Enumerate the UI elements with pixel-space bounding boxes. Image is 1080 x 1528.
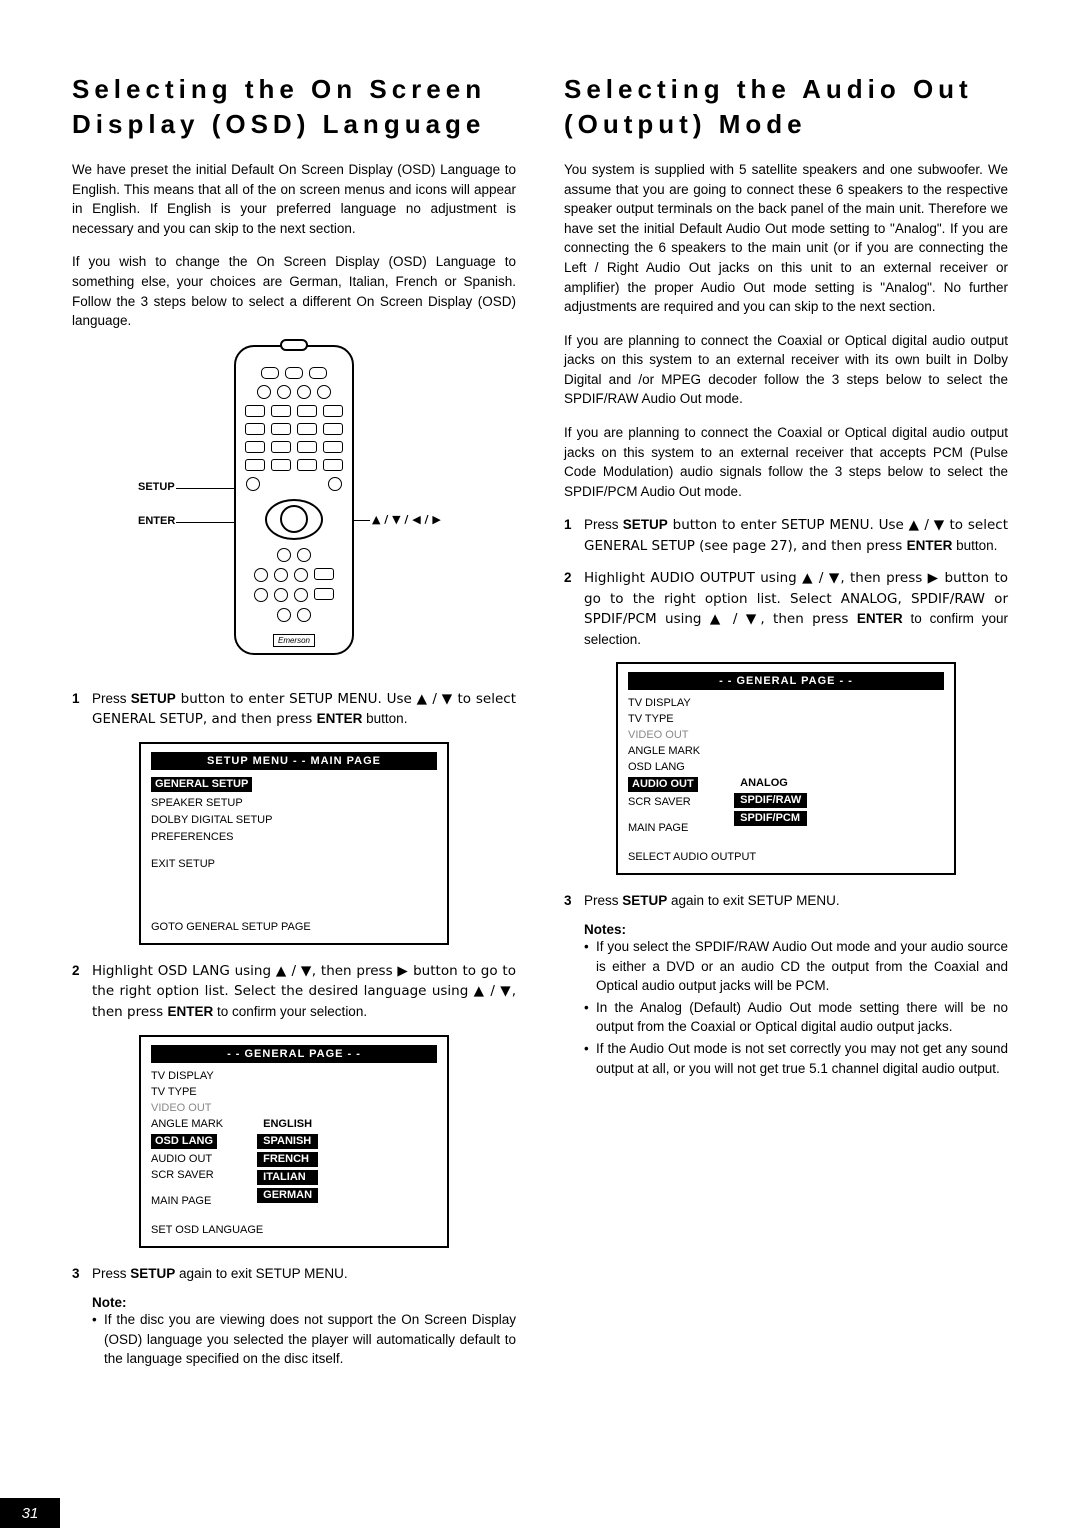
page-number: 31 [0, 1498, 60, 1528]
left-column: Selecting the On Screen Display (OSD) La… [72, 72, 516, 1371]
left-steps-3: 3 Press SETUP again to exit SETUP MENU. [72, 1264, 516, 1284]
dpad-icon [265, 499, 323, 540]
menu-item: SPEAKER SETUP [151, 796, 437, 810]
note-item: In the Analog (Default) Audio Out mode s… [584, 998, 1008, 1037]
text: again to exit SETUP MENU. [175, 1266, 347, 1281]
kw-setup: SETUP [131, 691, 176, 706]
left-heading: Selecting the On Screen Display (OSD) La… [72, 72, 516, 142]
kw-enter: ENTER [317, 711, 363, 726]
text: Press [92, 691, 131, 706]
kw-enter: ENTER [857, 611, 903, 626]
menu-item: ANGLE MARK [151, 1117, 223, 1131]
osd-general-page-lang: - - GENERAL PAGE - - TV DISPLAY TV TYPE … [139, 1035, 449, 1248]
right-column: Selecting the Audio Out (Output) Mode Yo… [564, 72, 1008, 1371]
kw-setup: SETUP [622, 893, 667, 908]
remote-brand: Emerson [273, 634, 315, 647]
menu-item: VIDEO OUT [628, 728, 700, 742]
notes-label: Notes: [564, 922, 1008, 937]
left-p2: If you wish to change the On Screen Disp… [72, 252, 516, 330]
right-step-1: 1 Press SETUP button to enter SETUP MENU… [564, 515, 1008, 556]
right-p2: If you are planning to connect the Coaxi… [564, 331, 1008, 409]
menu-item: PREFERENCES [151, 830, 437, 844]
menu-item: MAIN PAGE [628, 821, 700, 835]
osd-general-page-audio: - - GENERAL PAGE - - TV DISPLAY TV TYPE … [616, 662, 956, 875]
osd-footer: GOTO GENERAL SETUP PAGE [151, 915, 437, 935]
left-step-3: 3 Press SETUP again to exit SETUP MENU. [72, 1264, 516, 1284]
right-p1: You system is supplied with 5 satellite … [564, 160, 1008, 317]
kw-setup: SETUP [130, 1266, 175, 1281]
left-step-2: 2 Highlight OSD LANG using ▲ / ▼, then p… [72, 961, 516, 1023]
option: ITALIAN [257, 1170, 318, 1185]
kw-enter: ENTER [168, 1004, 214, 1019]
option: SPDIF/RAW [734, 793, 807, 808]
osd-setup-menu: SETUP MENU - - MAIN PAGE GENERAL SETUP S… [139, 742, 449, 945]
remote-illustration: SETUP ENTER ▲ / ▼ / ◀ / ▶ [72, 345, 516, 675]
text: Press [584, 893, 622, 908]
text: Press [584, 517, 623, 532]
menu-item: TV DISPLAY [151, 1069, 223, 1083]
option: SPDIF/PCM [734, 811, 807, 826]
left-steps: 1 Press SETUP button to enter SETUP MENU… [72, 689, 516, 730]
menu-item: SCR SAVER [628, 795, 700, 809]
menu-item: GENERAL SETUP [151, 777, 252, 792]
right-notes: If you select the SPDIF/RAW Audio Out mo… [564, 937, 1008, 1078]
ir-window-icon [280, 339, 308, 351]
left-p1: We have preset the initial Default On Sc… [72, 160, 516, 238]
note-item: If you select the SPDIF/RAW Audio Out mo… [584, 937, 1008, 996]
menu-item: SCR SAVER [151, 1168, 223, 1182]
kw-enter: ENTER [907, 538, 953, 553]
option: ANALOG [734, 776, 807, 791]
menu-item: ANGLE MARK [628, 744, 700, 758]
menu-item: DOLBY DIGITAL SETUP [151, 813, 437, 827]
right-p3: If you are planning to connect the Coaxi… [564, 423, 1008, 501]
option: GERMAN [257, 1188, 318, 1203]
menu-item: MAIN PAGE [151, 1194, 223, 1208]
text: button. [952, 538, 997, 553]
right-steps: 1 Press SETUP button to enter SETUP MENU… [564, 515, 1008, 649]
option: FRENCH [257, 1152, 318, 1167]
osd-footer: SET OSD LANGUAGE [151, 1218, 437, 1238]
remote-label-setup: SETUP [138, 481, 175, 493]
osd-title: - - GENERAL PAGE - - [628, 672, 944, 690]
note-label: Note: [72, 1295, 516, 1310]
menu-item: VIDEO OUT [151, 1101, 223, 1115]
menu-item: AUDIO OUT [151, 1152, 223, 1166]
remote-label-arrows: ▲ / ▼ / ◀ / ▶ [372, 513, 441, 526]
text: button. [362, 711, 407, 726]
remote-body: Emerson [234, 345, 354, 655]
note-item: If the Audio Out mode is not set correct… [584, 1039, 1008, 1078]
note-item: If the disc you are viewing does not sup… [92, 1310, 516, 1369]
osd-footer: SELECT AUDIO OUTPUT [628, 845, 944, 865]
osd-title: - - GENERAL PAGE - - [151, 1045, 437, 1063]
option: SPANISH [257, 1134, 318, 1149]
remote-label-enter: ENTER [138, 515, 175, 527]
menu-item: TV DISPLAY [628, 696, 700, 710]
leader-line [176, 488, 236, 489]
menu-item: OSD LANG [628, 760, 700, 774]
left-steps-2: 2 Highlight OSD LANG using ▲ / ▼, then p… [72, 961, 516, 1023]
left-notes: If the disc you are viewing does not sup… [72, 1310, 516, 1369]
right-steps-3: 3 Press SETUP again to exit SETUP MENU. [564, 891, 1008, 911]
right-heading: Selecting the Audio Out (Output) Mode [564, 72, 1008, 142]
menu-item: EXIT SETUP [151, 857, 437, 871]
right-step-2: 2 Highlight AUDIO OUTPUT using ▲ / ▼, th… [564, 568, 1008, 649]
kw-setup: SETUP [623, 517, 668, 532]
text: Press [92, 1266, 130, 1281]
menu-item-active: OSD LANG [151, 1134, 217, 1149]
text: again to exit SETUP MENU. [667, 893, 839, 908]
osd-title: SETUP MENU - - MAIN PAGE [151, 752, 437, 770]
menu-item-active: AUDIO OUT [628, 777, 698, 792]
right-step-3: 3 Press SETUP again to exit SETUP MENU. [564, 891, 1008, 911]
left-step-1: 1 Press SETUP button to enter SETUP MENU… [72, 689, 516, 730]
menu-item: TV TYPE [628, 712, 700, 726]
option: ENGLISH [257, 1117, 318, 1132]
text: to confirm your selection. [213, 1004, 367, 1019]
menu-item: TV TYPE [151, 1085, 223, 1099]
